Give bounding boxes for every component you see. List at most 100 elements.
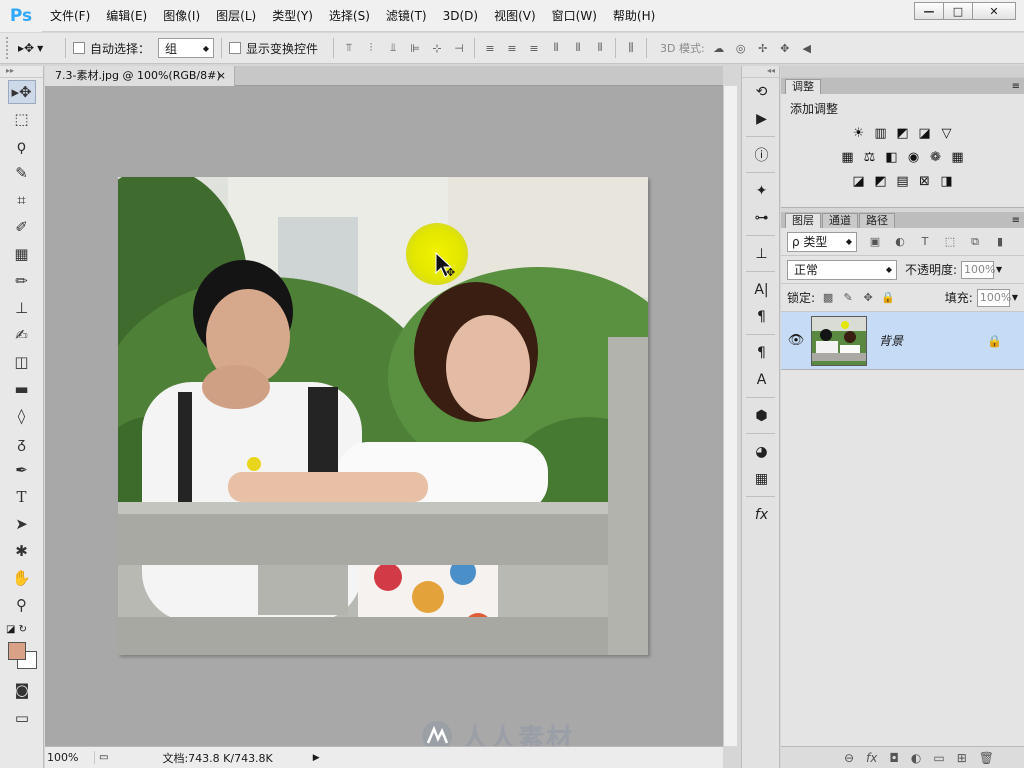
paragraph-styles-button[interactable]: ¶	[742, 339, 781, 366]
shape-tool[interactable]: ✱	[8, 539, 36, 563]
3d-slide-icon[interactable]: ✥	[777, 40, 793, 56]
hue-saturation-icon[interactable]: ▦	[840, 150, 856, 165]
menu-help[interactable]: 帮助(H)	[605, 0, 663, 32]
brush-presets-button[interactable]: ✦	[742, 177, 781, 204]
auto-select-checkbox[interactable]	[73, 42, 85, 54]
distribute-right-icon[interactable]: ⦀	[592, 40, 608, 56]
clone-source-button[interactable]: ⊥	[742, 240, 781, 267]
eyedropper-tool[interactable]: ✐	[8, 215, 36, 239]
character-styles-button[interactable]: A	[742, 366, 781, 393]
menu-3d[interactable]: 3D(D)	[435, 0, 486, 32]
photoshop-logo[interactable]: Ps	[0, 0, 42, 32]
new-group-icon[interactable]: ▭	[933, 751, 944, 765]
dock-header[interactable]: ◂◂	[742, 66, 779, 78]
filter-shape-icon[interactable]: ⬚	[943, 235, 957, 249]
lock-transparent-icon[interactable]: ▩	[821, 291, 835, 305]
panel-menu-icon[interactable]: ≡	[1012, 80, 1024, 94]
lock-pixels-icon[interactable]: ✎	[841, 291, 855, 305]
lock-position-icon[interactable]: ✥	[861, 291, 875, 305]
tools-panel-header[interactable]: ▸▸	[0, 66, 43, 78]
3d-roll-icon[interactable]: ◎	[733, 40, 749, 56]
menu-layer[interactable]: 图层(L)	[208, 0, 264, 32]
3d-orbit-icon[interactable]: ☁	[711, 40, 727, 56]
menu-select[interactable]: 选择(S)	[321, 0, 378, 32]
photo-filter-icon[interactable]: ◉	[906, 150, 922, 165]
gradient-tool[interactable]: ▬	[8, 377, 36, 401]
menu-window[interactable]: 窗口(W)	[544, 0, 605, 32]
swap-colors-icon[interactable]: ◪ ↻	[6, 624, 27, 635]
exposure-icon[interactable]: ◪	[917, 126, 933, 141]
dodge-tool[interactable]: ᵹ	[8, 431, 36, 455]
filter-smart-object-icon[interactable]: ⧉	[968, 235, 982, 249]
status-menu-arrow[interactable]: ▶	[313, 753, 320, 763]
right-dock-header[interactable]	[781, 66, 1024, 78]
color-lookup-icon[interactable]: ▦	[950, 150, 966, 165]
auto-select-dropdown[interactable]: 组 ◆	[158, 38, 215, 58]
filter-pixel-icon[interactable]: ▣	[868, 235, 882, 249]
distribute-left-icon[interactable]: ⦀	[548, 40, 564, 56]
quick-mask-button[interactable]: ◙	[8, 678, 36, 702]
path-select-tool[interactable]: ➤	[8, 512, 36, 536]
link-layers-icon[interactable]: ⊖	[844, 751, 854, 765]
screen-mode-button[interactable]: ▭	[8, 706, 36, 730]
vertical-scrollbar[interactable]	[723, 86, 737, 746]
blend-mode-dropdown[interactable]: 正常 ◆	[787, 259, 897, 280]
align-top-icon[interactable]: ⫪	[341, 40, 357, 56]
auto-align-icon[interactable]: ⫼	[623, 40, 639, 56]
character-panel-button[interactable]: A|	[742, 276, 781, 303]
eraser-tool[interactable]: ◫	[8, 350, 36, 374]
gradient-map-icon[interactable]: ◨	[939, 174, 955, 189]
blur-tool[interactable]: ◊	[8, 404, 36, 428]
tab-close-icon[interactable]: ×	[217, 66, 226, 86]
opacity-dropdown-icon[interactable]: ▼	[996, 265, 1002, 274]
menu-view[interactable]: 视图(V)	[486, 0, 544, 32]
tab-layers[interactable]: 图层	[785, 213, 821, 228]
posterize-icon[interactable]: ◩	[873, 174, 889, 189]
fill-dropdown-icon[interactable]: ▼	[1012, 293, 1018, 302]
lasso-tool[interactable]: ϙ	[8, 134, 36, 158]
layer-filter-dropdown[interactable]: ρ 类型 ◆	[787, 231, 857, 252]
align-hcenter-icon[interactable]: ⊹	[429, 40, 445, 56]
black-white-icon[interactable]: ◧	[884, 150, 900, 165]
new-layer-icon[interactable]: ⊞	[957, 751, 967, 765]
channel-mixer-icon[interactable]: ❁	[928, 150, 944, 165]
align-bottom-icon[interactable]: ⫫	[385, 40, 401, 56]
align-vcenter-icon[interactable]: ⫶	[363, 40, 379, 56]
tool-preset-picker[interactable]: ▸✥ ▼	[18, 37, 58, 59]
foreground-color-swatch[interactable]	[8, 642, 26, 660]
vibrance-icon[interactable]: ▽	[939, 126, 955, 141]
tab-paths[interactable]: 路径	[859, 213, 895, 228]
visibility-eye-icon[interactable]: 👁	[781, 333, 811, 348]
menu-type[interactable]: 类型(Y)	[264, 0, 321, 32]
align-right-icon[interactable]: ⊣	[451, 40, 467, 56]
align-left-icon[interactable]: ⊫	[407, 40, 423, 56]
layer-row-background[interactable]: 👁 背景 🔒	[781, 312, 1024, 370]
crop-tool[interactable]: ⌗	[8, 188, 36, 212]
menu-file[interactable]: 文件(F)	[42, 0, 98, 32]
canvas-image[interactable]: ✥	[118, 177, 648, 655]
options-grip[interactable]	[6, 37, 10, 59]
3d-panel-button[interactable]: ⬢	[742, 402, 781, 429]
color-panel-button[interactable]: ◕	[742, 438, 781, 465]
brightness-icon[interactable]: ☀	[851, 126, 867, 141]
zoom-level[interactable]: 100%	[45, 751, 95, 764]
selective-color-icon[interactable]: ⊠	[917, 174, 933, 189]
stamp-tool[interactable]: ⊥	[8, 296, 36, 320]
type-tool[interactable]: T	[8, 485, 36, 509]
tool-presets-button[interactable]: ⊶	[742, 204, 781, 231]
quick-select-tool[interactable]: ✎	[8, 161, 36, 185]
history-panel-button[interactable]: ⟲	[742, 78, 781, 105]
3d-pan-icon[interactable]: ✢	[755, 40, 771, 56]
distribute-bottom-icon[interactable]: ≡	[526, 40, 542, 56]
threshold-icon[interactable]: ▤	[895, 174, 911, 189]
healing-tool[interactable]: ▦	[8, 242, 36, 266]
pen-tool[interactable]: ✒	[8, 458, 36, 482]
add-mask-icon[interactable]: ◘	[889, 751, 899, 765]
swatches-panel-button[interactable]: ▦	[742, 465, 781, 492]
hand-tool[interactable]: ✋	[8, 566, 36, 590]
filter-adjustment-icon[interactable]: ◐	[893, 235, 907, 249]
3d-camera-icon[interactable]: ◀	[799, 40, 815, 56]
marquee-tool[interactable]: ⬚	[8, 107, 36, 131]
show-transform-checkbox[interactable]	[229, 42, 242, 54]
filter-type-icon[interactable]: T	[918, 235, 932, 249]
